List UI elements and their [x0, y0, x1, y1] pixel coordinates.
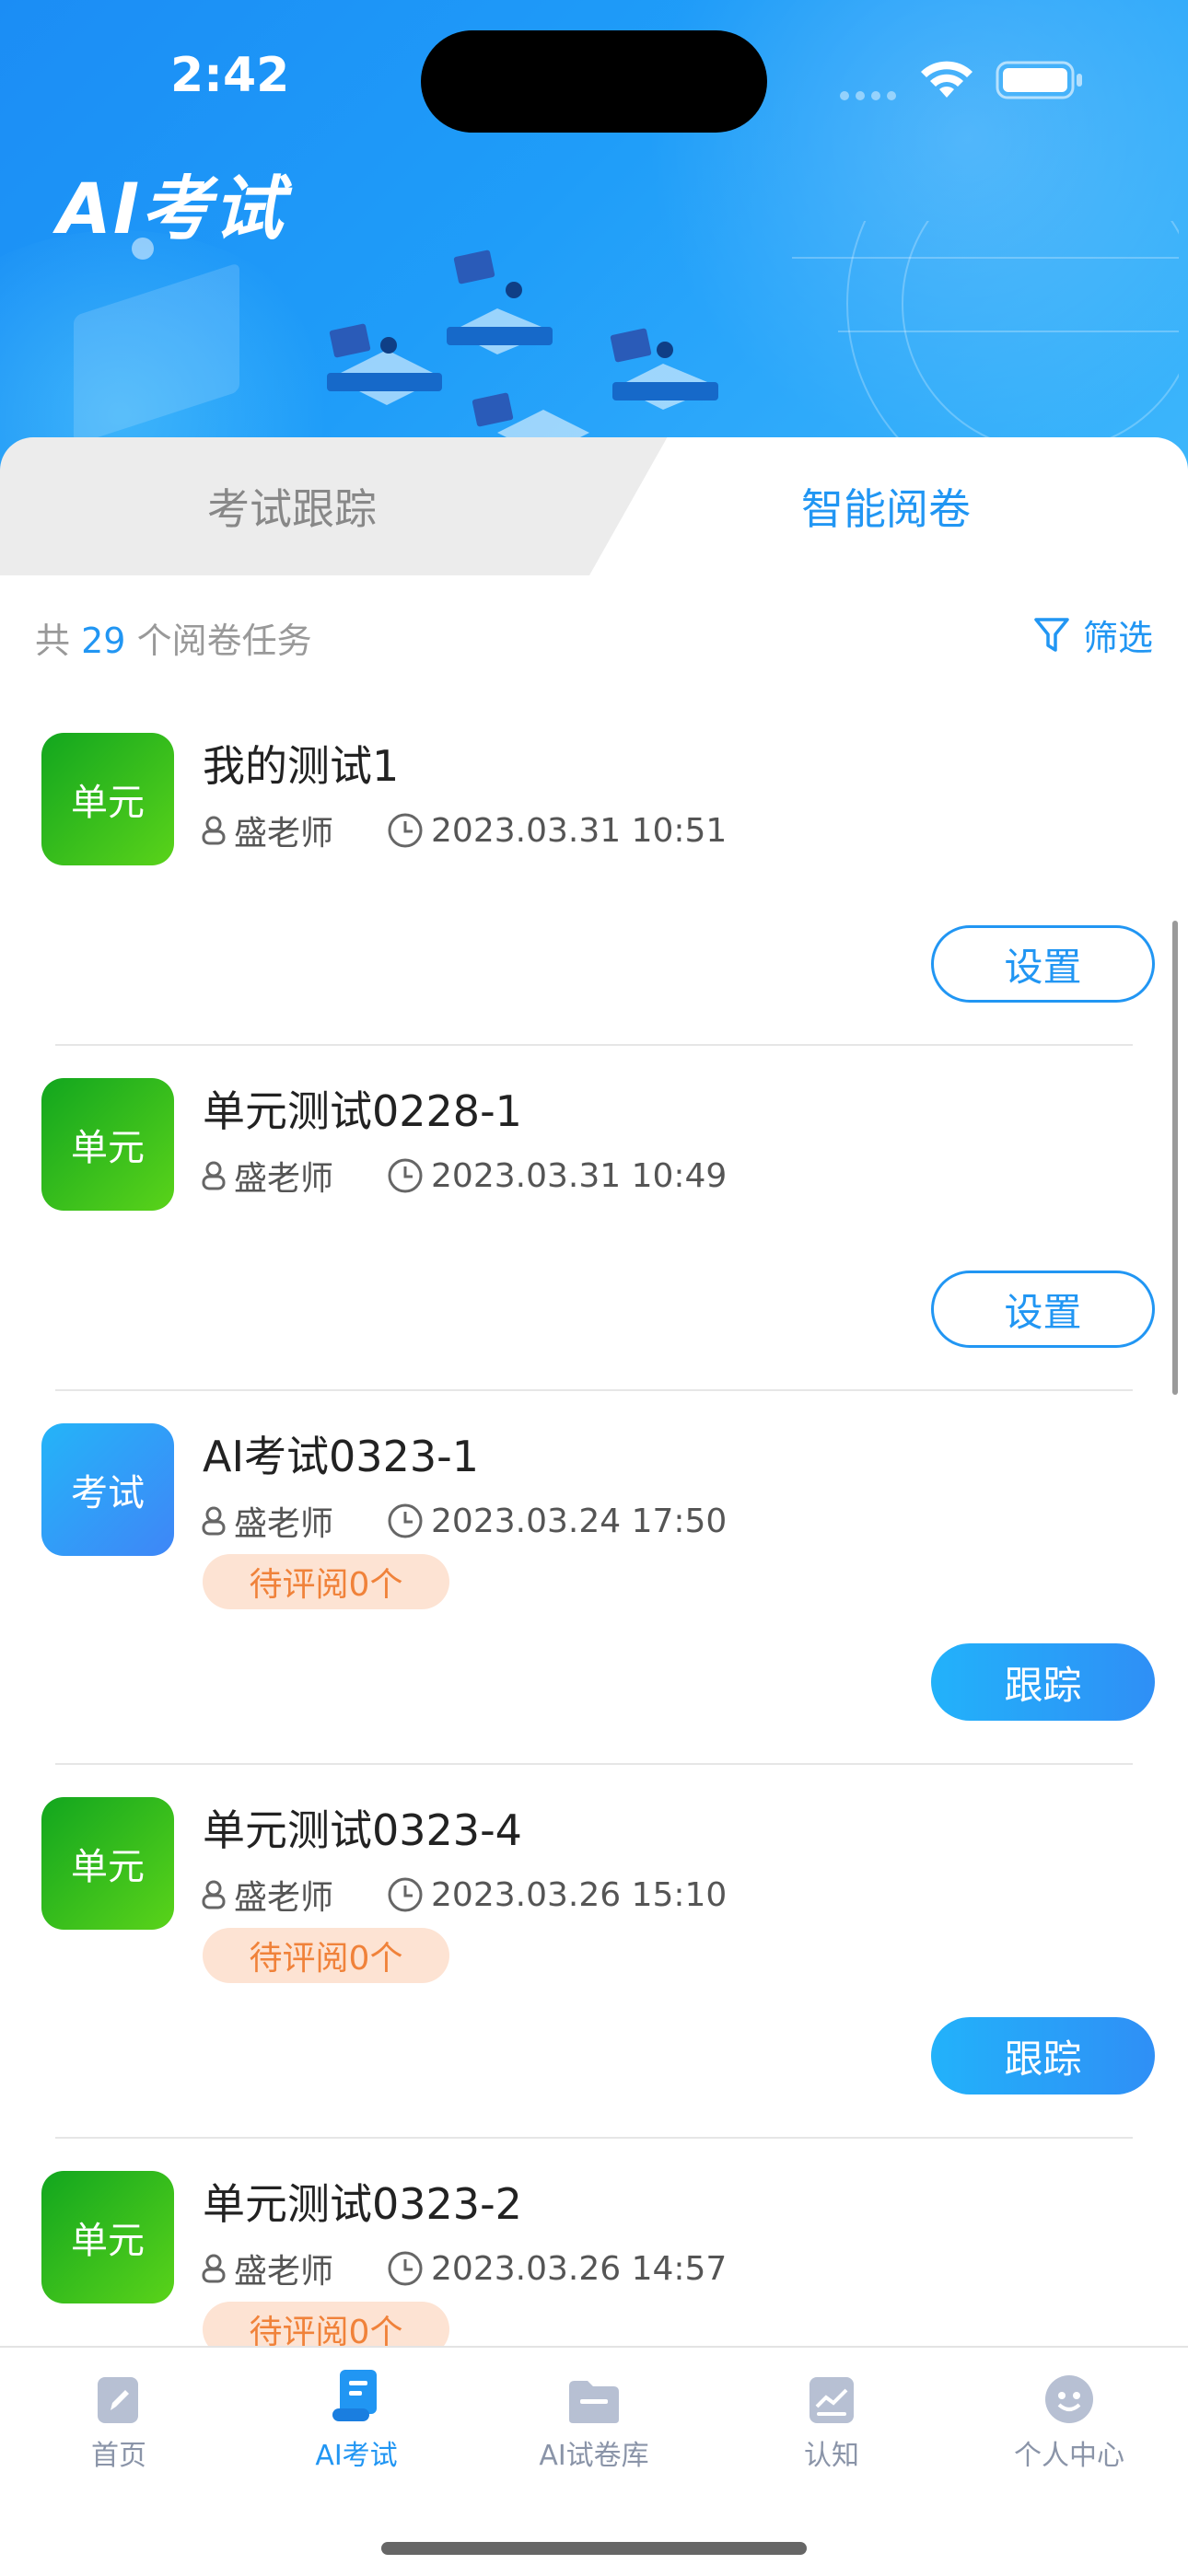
- settings-button[interactable]: 设置: [931, 1271, 1155, 1348]
- scrollbar[interactable]: [1172, 921, 1178, 1395]
- chart-icon: [809, 2377, 854, 2423]
- filter-button[interactable]: 筛选: [1033, 609, 1153, 660]
- task-title: 单元测试0228-1: [203, 1086, 522, 1136]
- task-datetime: 2023.03.31 10:49: [431, 1156, 728, 1195]
- track-button[interactable]: 跟踪: [931, 2017, 1155, 2094]
- track-button[interactable]: 跟踪: [931, 1643, 1155, 1721]
- task-summary: 共 29 个阅卷任务: [35, 612, 312, 663]
- nav-label: AI考试: [315, 2440, 398, 2472]
- user-icon: [202, 2254, 226, 2283]
- summary-suffix: 个阅卷任务: [136, 621, 312, 661]
- task-datetime: 2023.03.24 17:50: [431, 1502, 728, 1540]
- type-badge: 单元: [41, 733, 174, 865]
- signal-icon: [840, 87, 903, 104]
- task-meta: 盛老师 2023.03.24 17:50: [201, 1497, 727, 1545]
- nav-item-ai-exam[interactable]: AI考试: [238, 2368, 475, 2473]
- header-illustration: [74, 221, 1179, 442]
- task-meta: 盛老师 2023.03.26 14:57: [201, 2245, 727, 2292]
- tab-bar: 考试跟踪 智能阅卷: [0, 437, 1188, 575]
- home-indicator[interactable]: [381, 2542, 807, 2555]
- tab-label: 智能阅卷: [801, 484, 971, 534]
- nav-label: AI试卷库: [539, 2440, 649, 2472]
- tab-label: 考试跟踪: [207, 484, 377, 534]
- type-badge: 单元: [41, 1797, 174, 1930]
- dynamic-island: [421, 30, 767, 133]
- user-icon: [202, 1506, 226, 1536]
- filter-icon: [1034, 617, 1069, 652]
- home-edit-icon: [98, 2377, 138, 2423]
- pending-review-tag: 待评阅0个: [203, 2302, 449, 2346]
- settings-button[interactable]: 设置: [931, 925, 1155, 1003]
- task-datetime: 2023.03.26 15:10: [431, 1875, 728, 1914]
- list-item[interactable]: 单元 单元测试0323-2 盛老师 2023.03.26 14:57 待评阅0个: [0, 2138, 1188, 2346]
- teacher-name: 盛老师: [234, 1160, 334, 1198]
- folder-icon: [569, 2381, 619, 2423]
- user-icon: [202, 1880, 226, 1909]
- status-time: 2:42: [170, 48, 290, 103]
- clock-icon: [388, 1877, 423, 1912]
- exam-scroll-icon: [332, 2370, 377, 2421]
- task-meta: 盛老师 2023.03.31 10:49: [201, 1152, 727, 1200]
- nav-label: 首页: [91, 2440, 146, 2472]
- task-meta: 盛老师 2023.03.31 10:51: [201, 806, 727, 854]
- type-badge: 考试: [41, 1423, 174, 1556]
- user-icon: [202, 816, 226, 845]
- teacher-name: 盛老师: [234, 815, 334, 853]
- battery-icon: [996, 61, 1082, 99]
- task-datetime: 2023.03.26 14:57: [431, 2249, 728, 2288]
- task-count: 29: [81, 621, 126, 661]
- nav-item-ai-paper-bank[interactable]: AI试卷库: [475, 2368, 713, 2473]
- task-title: 单元测试0323-2: [203, 2179, 522, 2229]
- nav-label: 个人中心: [1014, 2440, 1124, 2472]
- task-title: 单元测试0323-4: [203, 1805, 522, 1855]
- user-icon: [202, 1161, 226, 1190]
- tab-exam-tracking[interactable]: 考试跟踪: [0, 437, 672, 575]
- nav-label: 认知: [804, 2440, 859, 2472]
- summary-prefix: 共: [35, 621, 71, 661]
- task-title: 我的测试1: [203, 741, 400, 791]
- tab-smart-grading[interactable]: 智能阅卷: [589, 437, 1188, 575]
- nav-item-profile[interactable]: 个人中心: [950, 2368, 1188, 2473]
- task-datetime: 2023.03.31 10:51: [431, 811, 728, 850]
- teacher-name: 盛老师: [234, 1505, 334, 1543]
- list-item[interactable]: 单元 单元测试0228-1 盛老师 2023.03.31 10:49 设置: [0, 1045, 1188, 1391]
- nav-item-home[interactable]: 首页: [0, 2368, 238, 2473]
- wifi-icon: [921, 61, 973, 98]
- task-title: AI考试0323-1: [203, 1432, 479, 1481]
- smiley-icon: [1045, 2375, 1093, 2423]
- task-meta: 盛老师 2023.03.26 15:10: [201, 1871, 727, 1919]
- pending-review-tag: 待评阅0个: [203, 1554, 449, 1609]
- type-badge: 单元: [41, 2171, 174, 2303]
- clock-icon: [388, 2251, 423, 2286]
- list-item[interactable]: 单元 单元测试0323-4 盛老师 2023.03.26 15:10 待评阅0个…: [0, 1764, 1188, 2139]
- filter-label: 筛选: [1082, 618, 1153, 658]
- clock-icon: [388, 1158, 423, 1193]
- type-badge: 单元: [41, 1078, 174, 1211]
- clock-icon: [388, 1503, 423, 1538]
- header-banner: 2:42 AI考试: [0, 0, 1188, 479]
- list-item[interactable]: 考试 AI考试0323-1 盛老师 2023.03.24 17:50 待评阅0个…: [0, 1390, 1188, 1765]
- list-item[interactable]: 单元 我的测试1 盛老师 2023.03.31 10:51 设置: [0, 700, 1188, 1046]
- pending-review-tag: 待评阅0个: [203, 1928, 449, 1983]
- teacher-name: 盛老师: [234, 2253, 334, 2291]
- clock-icon: [388, 813, 423, 848]
- nav-item-cognition[interactable]: 认知: [713, 2368, 950, 2473]
- teacher-name: 盛老师: [234, 1879, 334, 1917]
